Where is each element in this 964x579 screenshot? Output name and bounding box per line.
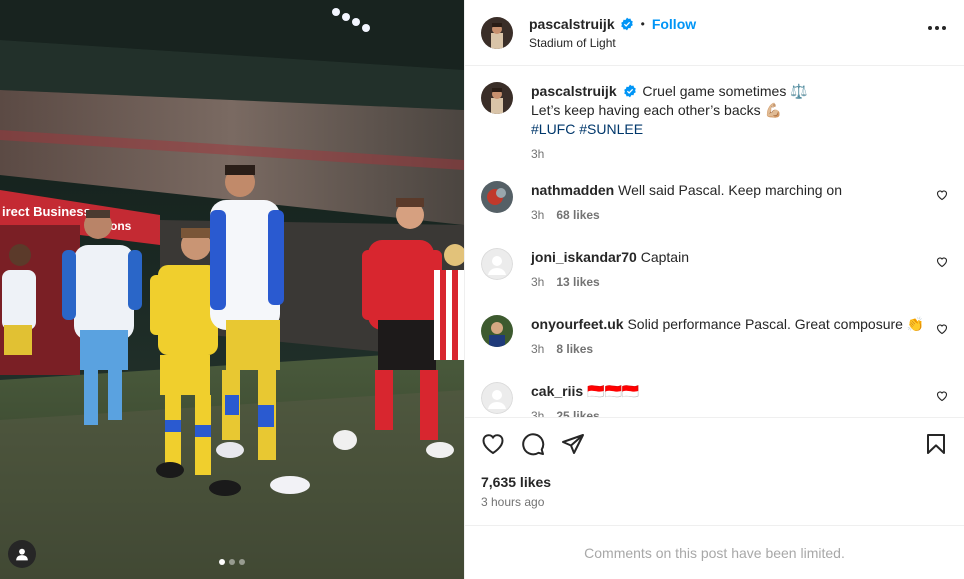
verified-badge-icon [620, 17, 633, 30]
carousel-dot [229, 559, 235, 565]
caption-line-2: Let’s keep having each other’s backs 💪🏼 [531, 102, 782, 118]
profile-avatar-image [481, 16, 513, 49]
profile-avatar-image [481, 82, 513, 114]
carousel-indicator [0, 559, 464, 565]
comment-username[interactable]: joni_iskandar70 [531, 249, 637, 265]
commenter-avatar-image [481, 315, 513, 347]
bookmark-icon[interactable] [924, 432, 948, 456]
post-likes-count[interactable]: 7,635 likes [481, 474, 948, 490]
commenter-avatar-image [481, 181, 513, 213]
comment-username[interactable]: nathmadden [531, 182, 614, 198]
comment-username[interactable]: cak_riis [531, 383, 583, 399]
comment-item: joni_iskandar70 Captain 3h 13 likes [481, 248, 948, 315]
avatar[interactable] [481, 16, 513, 49]
comment-time[interactable]: 3h [531, 208, 544, 222]
avatar[interactable] [481, 382, 513, 414]
comments-list[interactable]: pascalstruijk Cruel game sometimes ⚖️ Le… [465, 66, 964, 417]
post-header: pascalstruijk • Follow Stadium of Light [465, 0, 964, 66]
post-username[interactable]: pascalstruijk [529, 16, 615, 32]
comment-item: nathmadden Well said Pascal. Keep marchi… [481, 181, 948, 248]
banner-text-2: ons [110, 219, 132, 233]
comments-limited-notice: Comments on this post have been limited. [465, 525, 964, 579]
comment-text: Solid performance Pascal. Great composur… [627, 316, 925, 332]
post-viewer: irect Business ons pascalstruijk • Follo… [0, 0, 964, 579]
comment-username[interactable]: onyourfeet.uk [531, 316, 624, 332]
comment-text: Captain [640, 249, 689, 265]
comment-text: Well said Pascal. Keep marching on [618, 182, 842, 198]
post-photo[interactable]: irect Business ons [0, 0, 464, 579]
default-avatar-icon [481, 248, 513, 280]
post-caption: pascalstruijk Cruel game sometimes ⚖️ Le… [481, 82, 948, 161]
avatar[interactable] [481, 315, 513, 347]
post-location[interactable]: Stadium of Light [529, 36, 696, 50]
verified-badge-icon [623, 84, 636, 98]
comment-icon[interactable] [521, 432, 545, 456]
comment-time[interactable]: 3h [531, 409, 544, 417]
comment-item: onyourfeet.uk Solid performance Pascal. … [481, 315, 948, 382]
avatar[interactable] [481, 248, 513, 280]
caption-username[interactable]: pascalstruijk [531, 83, 617, 99]
avatar[interactable] [481, 181, 513, 213]
carousel-dot [219, 559, 225, 565]
comment-likes[interactable]: 13 likes [556, 275, 599, 289]
caption-line-1: Cruel game sometimes ⚖️ [642, 83, 808, 99]
heart-icon[interactable] [936, 390, 948, 402]
comment-text: 🇮🇩🇮🇩🇮🇩 [587, 383, 640, 399]
heart-icon[interactable] [936, 256, 948, 268]
heart-icon[interactable] [936, 323, 948, 335]
post-side-panel: pascalstruijk • Follow Stadium of Light [464, 0, 964, 579]
comment-likes[interactable]: 25 likes [556, 409, 599, 417]
comment-time[interactable]: 3h [531, 275, 544, 289]
heart-icon[interactable] [481, 432, 505, 456]
header-separator: • [640, 16, 645, 31]
comment-item: cak_riis 🇮🇩🇮🇩🇮🇩 3h 25 likes [481, 382, 948, 417]
follow-button[interactable]: Follow [652, 16, 696, 32]
post-time[interactable]: 3 hours ago [481, 495, 948, 509]
hashtag-link[interactable]: #LUFC [531, 121, 575, 137]
comment-likes[interactable]: 68 likes [556, 208, 599, 222]
share-icon[interactable] [561, 432, 585, 456]
post-actions: 7,635 likes 3 hours ago [465, 417, 964, 525]
comment-time[interactable]: 3h [531, 342, 544, 356]
caption-time[interactable]: 3h [531, 147, 544, 161]
heart-icon[interactable] [936, 189, 948, 201]
default-avatar-icon [481, 382, 513, 414]
more-options-icon[interactable] [928, 22, 946, 34]
banner-text: irect Business [2, 204, 91, 219]
comment-likes[interactable]: 8 likes [556, 342, 593, 356]
hashtag-link[interactable]: #SUNLEE [579, 121, 643, 137]
stadium-walkout-image: irect Business ons [0, 0, 464, 579]
avatar[interactable] [481, 82, 513, 114]
carousel-dot [239, 559, 245, 565]
